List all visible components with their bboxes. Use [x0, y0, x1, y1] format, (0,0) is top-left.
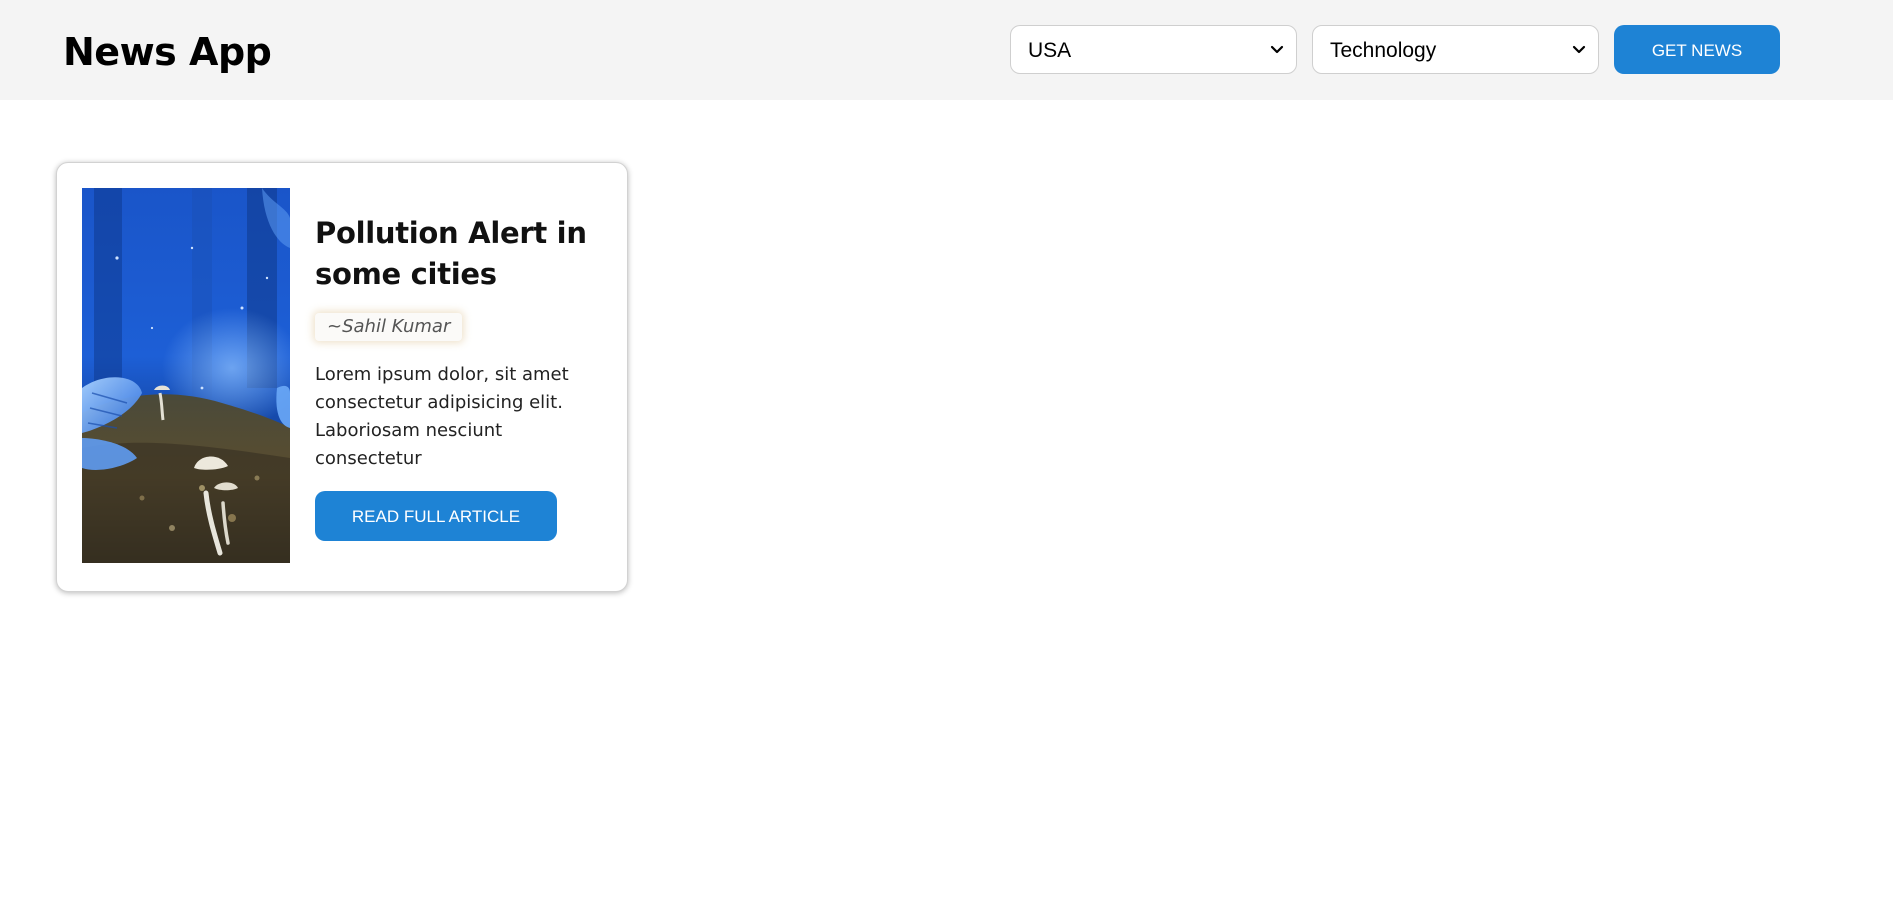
- article-author: ~Sahil Kumar: [315, 313, 463, 341]
- get-news-button[interactable]: GET NEWS: [1614, 25, 1780, 74]
- news-card: Pollution Alert in some cities ~Sahil Ku…: [56, 162, 628, 592]
- app-header: News App USA Technology GET NEWS: [0, 0, 1893, 100]
- article-thumbnail-illustration: [82, 188, 290, 563]
- app-title: News App: [63, 30, 272, 74]
- article-image: [82, 188, 290, 563]
- country-select[interactable]: USA: [1010, 25, 1297, 74]
- country-select-value: USA: [1028, 39, 1072, 62]
- chevron-down-icon: [1572, 45, 1586, 54]
- category-select[interactable]: Technology: [1312, 25, 1599, 74]
- category-select-value: Technology: [1330, 39, 1437, 62]
- read-full-article-button[interactable]: READ FULL ARTICLE: [315, 491, 557, 541]
- article-description: Lorem ipsum dolor, sit amet consectetur …: [315, 364, 569, 469]
- chevron-down-icon: [1270, 45, 1284, 54]
- article-title: Pollution Alert in some cities: [315, 216, 587, 291]
